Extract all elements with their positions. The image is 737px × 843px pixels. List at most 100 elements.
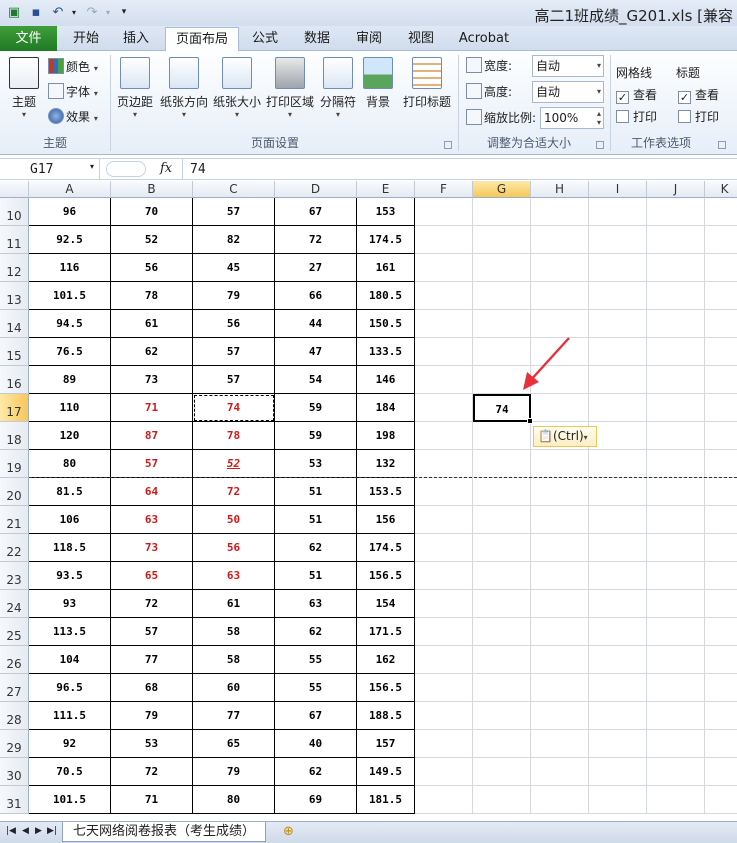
row-header[interactable]: 21 [0, 506, 29, 534]
tab-acrobat[interactable]: Acrobat [452, 27, 516, 51]
table-cell[interactable] [705, 758, 737, 786]
table-cell[interactable]: 70.5 [29, 758, 111, 786]
row-header[interactable]: 10 [0, 198, 29, 226]
table-cell[interactable] [647, 282, 705, 310]
table-cell[interactable] [415, 506, 473, 534]
table-cell[interactable]: 55 [275, 646, 357, 674]
gridlines-print-checkbox[interactable]: 打印 [616, 109, 657, 125]
table-cell[interactable]: 149.5 [357, 758, 415, 786]
table-cell[interactable] [705, 786, 737, 814]
table-cell[interactable]: 52 [193, 450, 275, 478]
table-cell[interactable] [531, 618, 589, 646]
margins-button[interactable]: 页边距 ▾ [114, 55, 156, 125]
copied-cell[interactable]: 74 [193, 394, 275, 422]
table-cell[interactable] [415, 282, 473, 310]
table-cell[interactable]: 64 [111, 478, 193, 506]
row-header[interactable]: 12 [0, 254, 29, 282]
undo-dropdown-icon[interactable]: ▾ [66, 4, 82, 20]
column-header-b[interactable]: B [111, 181, 193, 198]
customize-toolbar-icon[interactable]: ▾ [116, 4, 132, 20]
table-cell[interactable] [531, 506, 589, 534]
table-cell[interactable]: 113.5 [29, 618, 111, 646]
table-cell[interactable] [473, 450, 531, 478]
table-cell[interactable] [647, 450, 705, 478]
table-cell[interactable]: 87 [111, 422, 193, 450]
table-cell[interactable] [473, 422, 531, 450]
table-cell[interactable] [473, 534, 531, 562]
table-cell[interactable] [415, 674, 473, 702]
row-header[interactable]: 20 [0, 478, 29, 506]
table-cell[interactable]: 69 [275, 786, 357, 814]
table-cell[interactable] [647, 674, 705, 702]
table-cell[interactable] [589, 478, 647, 506]
table-cell[interactable]: 57 [111, 450, 193, 478]
table-cell[interactable] [415, 730, 473, 758]
table-cell[interactable] [415, 254, 473, 282]
redo-dropdown-icon[interactable]: ▾ [100, 4, 116, 20]
table-cell[interactable]: 81.5 [29, 478, 111, 506]
tab-home[interactable]: 开始 [62, 27, 110, 51]
table-cell[interactable] [647, 786, 705, 814]
save-icon[interactable]: ▪ [28, 4, 44, 20]
table-cell[interactable]: 57 [193, 198, 275, 226]
table-cell[interactable] [531, 282, 589, 310]
table-cell[interactable] [473, 282, 531, 310]
table-cell[interactable]: 116 [29, 254, 111, 282]
table-cell[interactable] [531, 674, 589, 702]
table-cell[interactable] [415, 478, 473, 506]
table-cell[interactable] [705, 730, 737, 758]
table-cell[interactable]: 101.5 [29, 282, 111, 310]
table-cell[interactable] [415, 338, 473, 366]
table-cell[interactable]: 77 [193, 702, 275, 730]
table-cell[interactable] [705, 590, 737, 618]
table-cell[interactable]: 51 [275, 562, 357, 590]
table-cell[interactable] [415, 422, 473, 450]
table-cell[interactable] [473, 758, 531, 786]
table-cell[interactable]: 62 [275, 618, 357, 646]
table-cell[interactable] [415, 226, 473, 254]
table-cell[interactable]: 72 [275, 226, 357, 254]
table-cell[interactable]: 73 [111, 534, 193, 562]
table-cell[interactable] [531, 758, 589, 786]
table-cell[interactable] [589, 450, 647, 478]
table-cell[interactable] [647, 506, 705, 534]
table-cell[interactable]: 79 [193, 282, 275, 310]
table-cell[interactable]: 40 [275, 730, 357, 758]
table-cell[interactable]: 79 [111, 702, 193, 730]
row-header[interactable]: 24 [0, 590, 29, 618]
table-cell[interactable]: 56 [193, 310, 275, 338]
table-cell[interactable] [415, 646, 473, 674]
table-cell[interactable] [473, 226, 531, 254]
table-cell[interactable] [589, 534, 647, 562]
table-cell[interactable]: 92.5 [29, 226, 111, 254]
table-cell[interactable]: 44 [275, 310, 357, 338]
table-cell[interactable]: 67 [275, 198, 357, 226]
worksheet-grid[interactable]: A B C D E F G H I J K 10 96 70 57 67 153 11 92.5 52 82 72 174.… [0, 181, 737, 821]
table-cell[interactable] [647, 758, 705, 786]
table-cell[interactable] [647, 478, 705, 506]
headings-print-checkbox[interactable]: 打印 [678, 109, 719, 125]
column-header-k[interactable]: K [705, 181, 737, 198]
row-header[interactable]: 17 [0, 394, 29, 422]
table-cell[interactable]: 62 [111, 338, 193, 366]
table-cell[interactable]: 93.5 [29, 562, 111, 590]
table-cell[interactable] [589, 590, 647, 618]
scale-spinner[interactable]: 100% ▴ ▾ [540, 107, 604, 129]
column-header-j[interactable]: J [647, 181, 705, 198]
table-cell[interactable]: 161 [357, 254, 415, 282]
table-cell[interactable]: 53 [111, 730, 193, 758]
table-cell[interactable]: 45 [193, 254, 275, 282]
table-cell[interactable]: 53 [275, 450, 357, 478]
table-cell[interactable]: 57 [111, 618, 193, 646]
table-cell[interactable]: 162 [357, 646, 415, 674]
table-cell[interactable] [589, 282, 647, 310]
table-cell[interactable]: 63 [111, 506, 193, 534]
table-cell[interactable] [415, 618, 473, 646]
table-cell[interactable] [531, 702, 589, 730]
table-cell[interactable]: 65 [193, 730, 275, 758]
row-header[interactable]: 30 [0, 758, 29, 786]
table-cell[interactable]: 92 [29, 730, 111, 758]
formula-bar-resizer[interactable] [106, 161, 146, 177]
table-cell[interactable]: 118.5 [29, 534, 111, 562]
table-cell[interactable]: 55 [275, 674, 357, 702]
